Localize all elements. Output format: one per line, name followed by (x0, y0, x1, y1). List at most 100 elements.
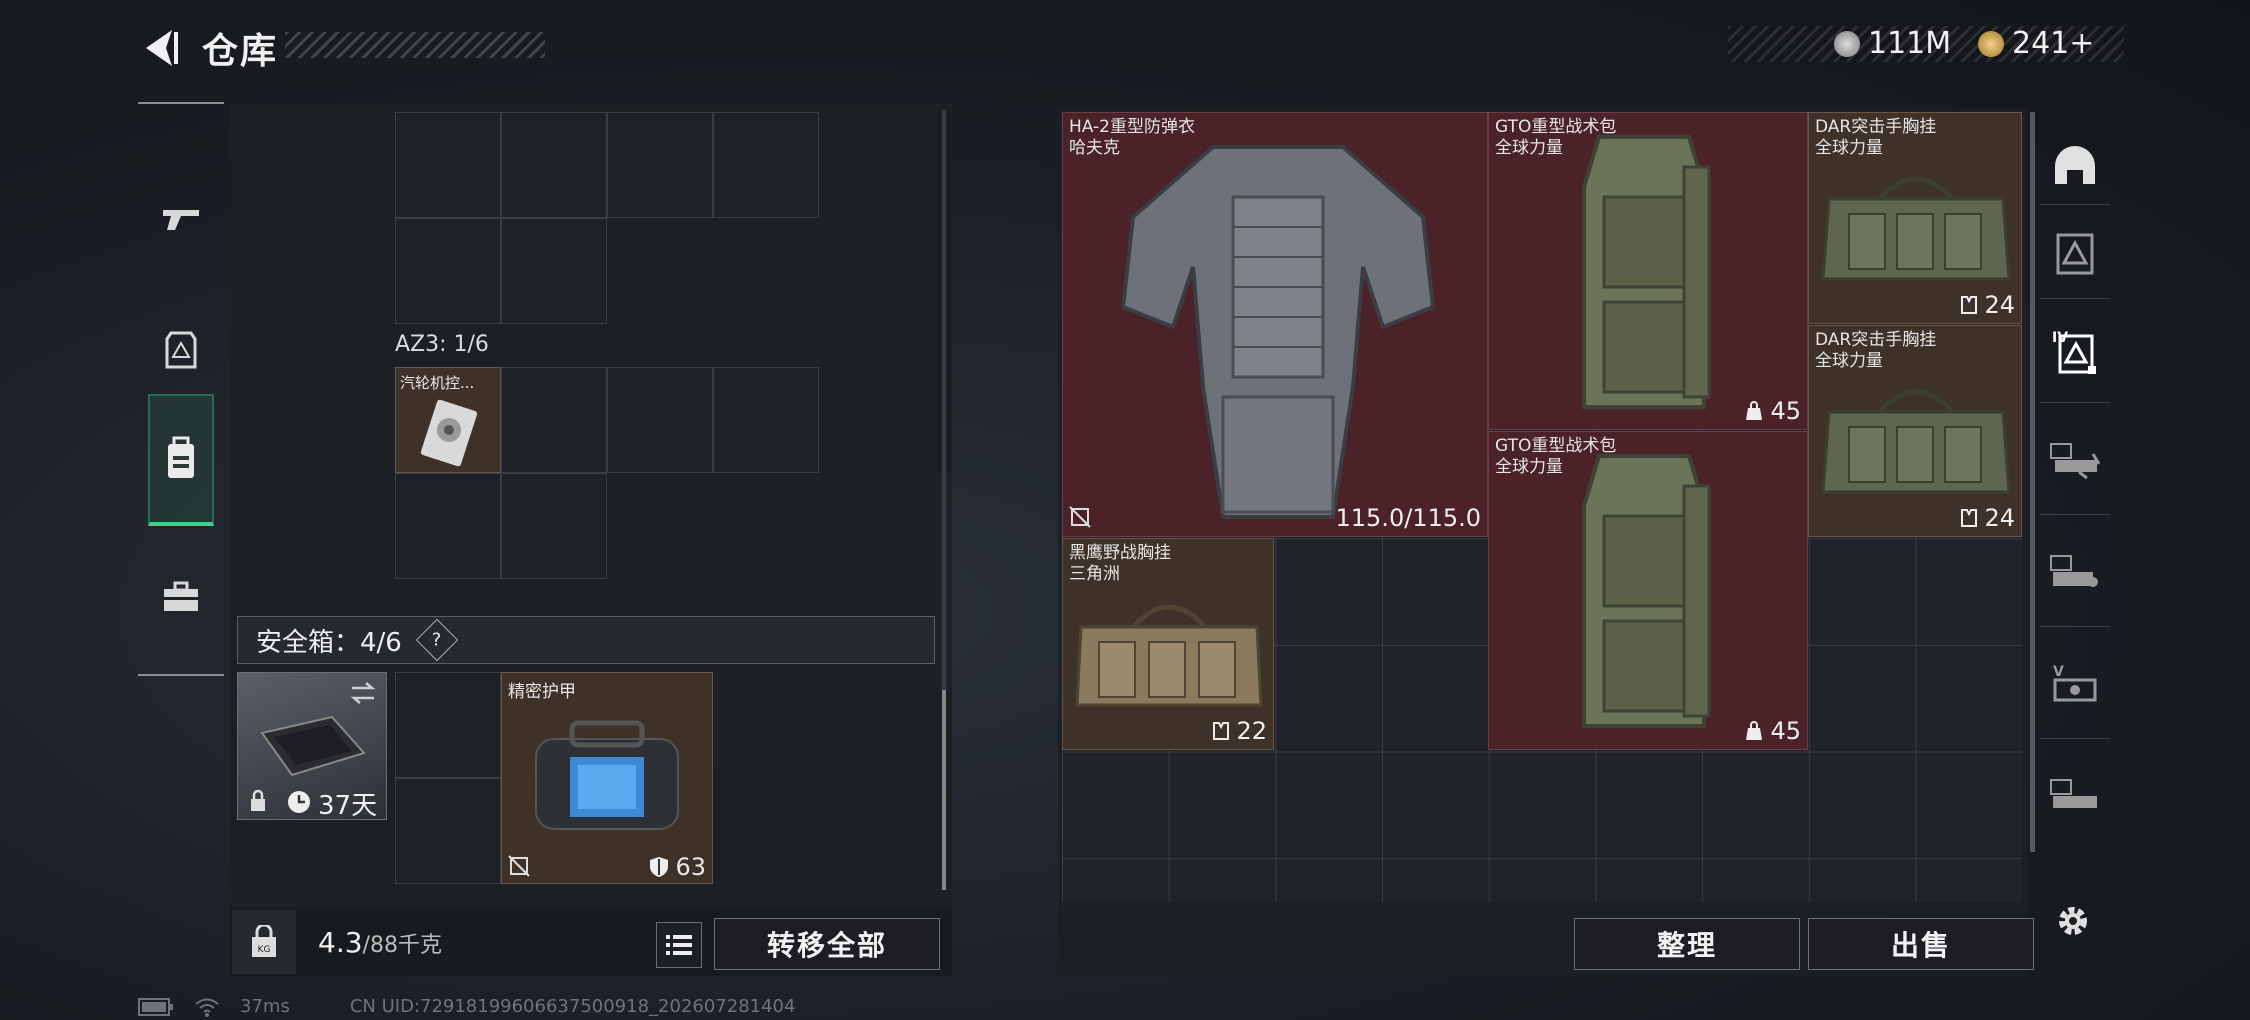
item-brand: 三角洲 (1069, 564, 1120, 584)
item-capacity: 45 (1744, 717, 1801, 745)
tab-armor-class[interactable] (2040, 208, 2110, 299)
armor-class-active-icon: IV (2052, 330, 2096, 374)
item-gto-bag-1[interactable]: GTO重型战术包 全球力量 45 (1488, 112, 1808, 430)
tab-weapons[interactable] (138, 154, 224, 284)
currency-2[interactable]: 241+ (1978, 26, 2094, 61)
tab-case[interactable] (138, 532, 224, 662)
weight-lock[interactable]: KG (232, 910, 296, 974)
safe-case-icon (260, 715, 366, 777)
item-brand: 全球力量 (1815, 351, 1883, 371)
container-grid-az3: 汽轮机控... (395, 367, 825, 583)
tab-gti-1[interactable] (2040, 406, 2110, 515)
chest-rig-icon (1075, 604, 1263, 707)
az3-item-slot[interactable]: 汽轮机控... (395, 367, 501, 473)
bag-capacity-icon (1746, 401, 1763, 420)
grid-slot[interactable] (395, 778, 501, 884)
grid-slot[interactable] (501, 218, 607, 324)
tactical-backpack-icon (1582, 454, 1711, 728)
item-brand: 全球力量 (1495, 457, 1563, 477)
sort-button[interactable]: 整理 (1574, 918, 1800, 970)
item-dar-vest-2[interactable]: DAR突击手胸挂 全球力量 24 (1808, 325, 2022, 537)
briefcase-icon (164, 581, 198, 611)
tab-gti-2[interactable] (2040, 518, 2110, 627)
safe-box-case[interactable]: 37天 (237, 672, 387, 821)
weight-display: 4.3/88千克 (318, 926, 442, 959)
right-tab-bar: IV V (2040, 108, 2110, 900)
item-brand: 全球力量 (1495, 138, 1563, 158)
item-durability: 115.0/115.0 (1335, 504, 1482, 532)
uid-text: CN UID:72918199606637500918_202607281404 (349, 996, 796, 1017)
help-icon[interactable]: ? (415, 618, 459, 662)
svg-text:V: V (2053, 664, 2064, 680)
item-blackhawk-vest[interactable]: 黑鹰野战胸挂 三角洲 22 (1062, 538, 1274, 750)
right-scrollbar[interactable] (2030, 112, 2035, 852)
settings-gear-icon[interactable] (2054, 902, 2092, 940)
svg-text:KG: KG (258, 945, 271, 955)
sell-button[interactable]: 出售 (1808, 918, 2034, 970)
tab-gti-3[interactable] (2040, 742, 2110, 850)
no-insure-icon (508, 855, 530, 877)
wifi-icon (195, 998, 219, 1017)
vest-capacity-icon (1961, 509, 1978, 527)
no-insure-icon (1069, 506, 1091, 528)
vest-capacity-icon (1213, 722, 1230, 740)
item-dar-vest-1[interactable]: DAR突击手胸挂 全球力量 24 (1808, 112, 2022, 324)
silver-coin-icon (1834, 30, 1860, 57)
grid-slot[interactable] (713, 367, 819, 473)
az3-item-name: 汽轮机控... (400, 374, 475, 392)
tab-all[interactable] (2040, 128, 2110, 205)
safe-box-grid: 精密护甲 63 (395, 672, 717, 888)
grid-slot[interactable] (501, 473, 607, 579)
grid-slot[interactable] (501, 112, 607, 218)
transfer-all-button[interactable]: 转移全部 (714, 918, 940, 970)
grid-slot[interactable] (395, 112, 501, 218)
grid-slot[interactable] (607, 112, 713, 218)
list-view-button[interactable] (656, 922, 702, 968)
item-brand: 全球力量 (1815, 138, 1883, 158)
weight-value: 4.3 (318, 926, 363, 959)
grid-slot[interactable] (395, 473, 501, 579)
grid-slot[interactable] (713, 112, 819, 218)
safe-item-durability: 63 (649, 853, 706, 881)
vest-capacity-icon (1961, 296, 1978, 314)
gun-case-icon (2050, 555, 2098, 587)
armor-bag-icon (535, 720, 679, 830)
item-capacity: 24 (1960, 291, 2015, 319)
left-scrollbar[interactable] (942, 110, 946, 890)
tab-armor-class-active[interactable]: IV (2040, 302, 2110, 403)
left-scroll-thumb[interactable] (942, 690, 946, 890)
safe-item-precision-armor[interactable]: 精密护甲 63 (501, 672, 713, 884)
swap-icon[interactable] (348, 679, 378, 707)
item-gto-bag-2[interactable]: GTO重型战术包 全球力量 45 (1488, 431, 1808, 750)
currency-1-value: 111M (1868, 26, 1952, 61)
grid-slot[interactable] (395, 218, 501, 324)
grid-slot[interactable] (607, 367, 713, 473)
item-capacity: 22 (1212, 717, 1267, 745)
container-grid-top (395, 112, 825, 328)
safe-box-days: 37天 (318, 791, 378, 821)
safe-item-name: 精密护甲 (508, 682, 576, 702)
gun-case-icon (2050, 779, 2097, 808)
grid-slot[interactable] (501, 367, 607, 473)
armor-class-icon (2056, 233, 2094, 275)
clock-icon (288, 791, 310, 813)
tab-v-class[interactable]: V (2040, 630, 2110, 739)
pistol-icon (163, 210, 199, 230)
ping-value: 37ms (240, 996, 290, 1017)
item-name: DAR突击手胸挂 (1815, 330, 1937, 350)
status-footer: 37ms CN UID:72918199606637500918_2026072… (138, 996, 795, 1017)
safe-box-label: 安全箱：4/6 (256, 627, 402, 658)
armor-icon (165, 331, 197, 369)
lock-icon (251, 789, 265, 811)
gun-case-icon (2050, 443, 2101, 480)
az3-label: AZ3: 1/6 (395, 332, 489, 357)
chest-rig-icon (1821, 389, 2011, 494)
turbine-part-icon (420, 399, 478, 467)
currency-2-value: 241+ (2012, 26, 2095, 61)
grid-slot[interactable] (395, 672, 501, 778)
item-name: DAR突击手胸挂 (1815, 117, 1937, 137)
item-ha2-armor[interactable]: HA-2重型防弹衣 哈夫克 115.0/115.0 (1062, 112, 1488, 537)
back-icon[interactable] (140, 26, 184, 70)
tab-backpack[interactable] (148, 394, 214, 526)
bag-capacity-icon (1746, 721, 1763, 740)
